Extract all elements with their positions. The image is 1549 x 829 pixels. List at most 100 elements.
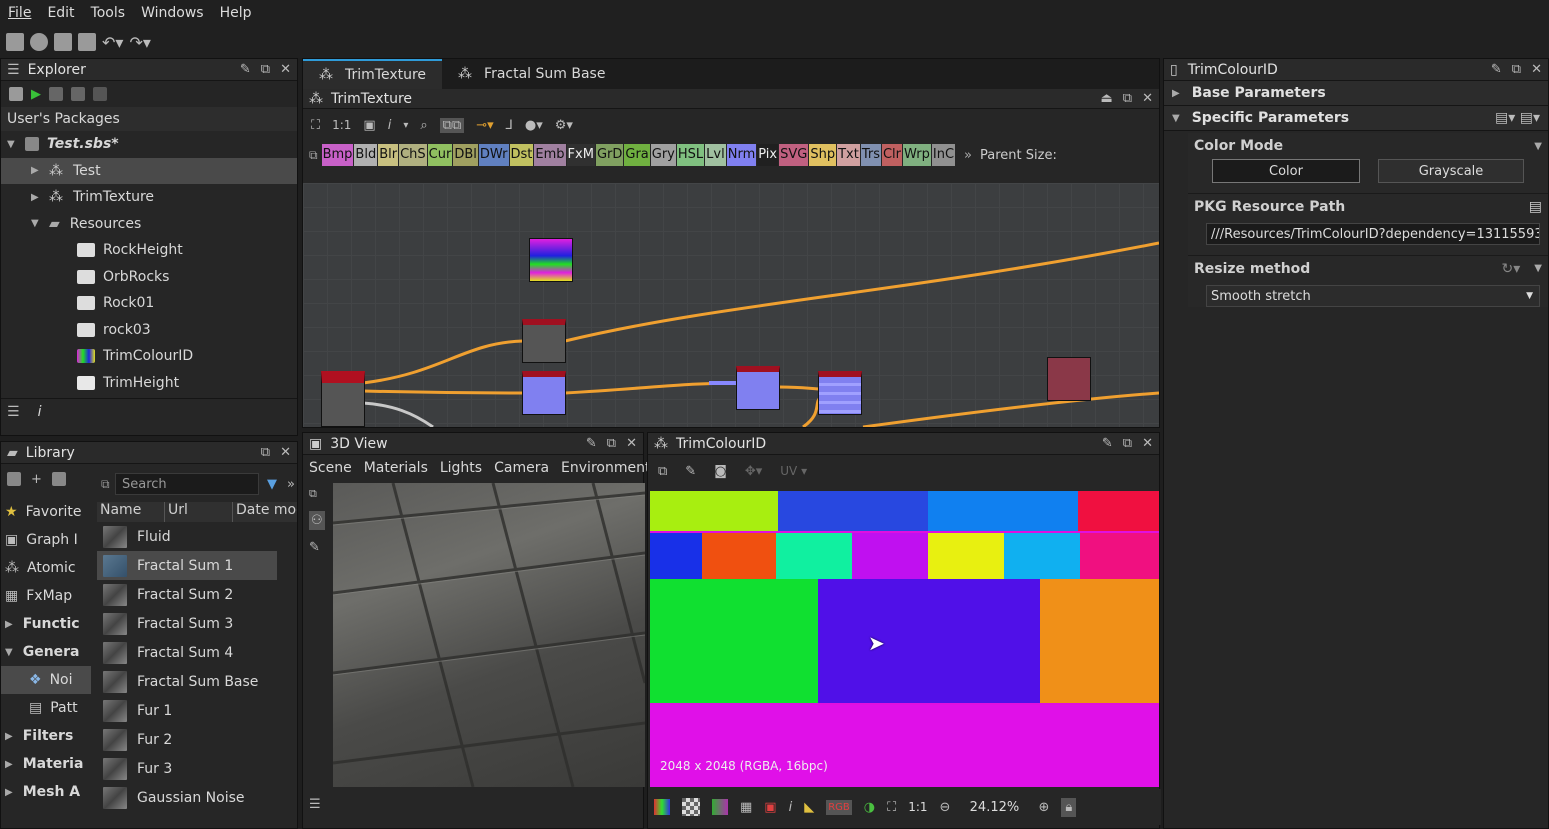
light-tool-icon[interactable]: ✎ <box>309 540 325 555</box>
explorer-item-rock03[interactable]: rock03 <box>1 317 297 344</box>
explorer-item-orbrocks[interactable]: OrbRocks <box>1 264 297 291</box>
library-item[interactable]: Fur 2 <box>97 725 297 754</box>
collapse-icon[interactable]: ▶ <box>5 759 13 770</box>
tab-trimtexture[interactable]: ⁂ TrimTexture <box>303 59 443 89</box>
atom-lvl[interactable]: Lvl <box>705 144 726 166</box>
save-all-icon[interactable] <box>78 33 96 51</box>
pkg-path-field[interactable]: ///Resources/TrimColourID?dependency=131… <box>1206 223 1540 245</box>
snap-icon[interactable]: ⧉⧉ <box>439 117 465 133</box>
rgb-icon[interactable]: RGB <box>826 799 852 815</box>
collapse-icon[interactable]: ▶ <box>5 731 13 742</box>
library-item[interactable]: Fractal Sum 3 <box>97 609 297 638</box>
category-favorites[interactable]: ★ Favorite <box>1 498 91 526</box>
more-icon[interactable]: » <box>964 148 972 163</box>
add-icon[interactable]: + <box>31 472 42 487</box>
atom-nrm[interactable]: Nrm <box>726 144 757 166</box>
histogram-icon[interactable]: ◣ <box>804 800 814 815</box>
settings-icon[interactable]: ⚙▾ <box>555 118 573 133</box>
save-icon[interactable] <box>9 87 23 101</box>
atom-dbl[interactable]: DBl <box>453 144 478 166</box>
atoms-expand-icon[interactable]: ⧉ <box>309 148 318 163</box>
connector-icon[interactable]: ⅃ <box>506 118 513 133</box>
explorer-item-trimcolourid[interactable]: TrimColourID <box>1 343 297 370</box>
search-scope-icon[interactable]: ⧉ <box>101 477 110 492</box>
publish-all-icon[interactable] <box>71 87 85 101</box>
graph-canvas[interactable] <box>303 183 1159 427</box>
close-icon[interactable]: ✕ <box>280 62 291 77</box>
transform-icon[interactable]: ✥▾ <box>745 464 762 479</box>
column-date[interactable]: Date mod <box>233 502 297 522</box>
pin-icon[interactable]: ✎ <box>1102 436 1113 451</box>
normal-node[interactable] <box>522 371 566 415</box>
atom-emb[interactable]: Emb <box>534 144 566 166</box>
menu-help[interactable]: Help <box>212 5 260 21</box>
section-base-parameters[interactable]: ▶ Base Parameters <box>1164 81 1548 106</box>
graph-node[interactable] <box>321 371 365 427</box>
channels-icon[interactable] <box>654 799 670 815</box>
float-icon[interactable]: ⧉ <box>607 436 616 451</box>
close-icon[interactable]: ✕ <box>1531 62 1542 77</box>
search-input[interactable]: Search <box>115 473 259 495</box>
tab-fractal-sum-base[interactable]: ⁂ Fractal Sum Base <box>442 59 621 89</box>
atom-pix[interactable]: Pix <box>757 144 779 166</box>
checker-icon[interactable] <box>682 798 700 816</box>
popout-icon[interactable]: ⧉ <box>309 487 325 501</box>
pin-icon[interactable]: ✎ <box>240 62 251 77</box>
collapse-icon[interactable]: ▶ <box>1172 88 1180 99</box>
options-icon[interactable] <box>93 87 107 101</box>
uv-dropdown[interactable]: UV ▾ <box>780 464 807 478</box>
atom-bmp[interactable]: Bmp <box>321 144 354 166</box>
camera-icon[interactable]: ◙ <box>714 464 727 479</box>
library-item[interactable]: Fractal Sum 1 <box>97 551 277 580</box>
atom-blr[interactable]: Blr <box>378 144 399 166</box>
collapse-icon[interactable]: ▶ <box>31 165 41 176</box>
export-icon[interactable]: ⧉ <box>658 464 667 479</box>
zoom-out-icon[interactable]: ⊖ <box>940 800 951 815</box>
float-icon[interactable]: ⧉ <box>1512 62 1521 77</box>
category-filters[interactable]: ▶ Filters <box>1 722 91 750</box>
info-icon[interactable]: i <box>388 118 392 133</box>
library-item[interactable]: Fur 3 <box>97 754 297 783</box>
category-functions[interactable]: ▶ Functic <box>1 610 91 638</box>
category-noises[interactable]: ❖ Noi <box>1 666 91 694</box>
atom-gry[interactable]: Gry <box>650 144 676 166</box>
menu-file[interactable]: File <box>0 5 39 21</box>
atom-txt[interactable]: Txt <box>837 144 860 166</box>
function-icon[interactable]: ↻▾ <box>1502 261 1521 277</box>
collapse-icon[interactable]: ▶ <box>31 192 41 203</box>
info-icon[interactable]: i <box>789 800 793 815</box>
expand-icon[interactable]: ▼ <box>31 218 41 229</box>
3d-tree-icon[interactable]: ☰ <box>309 797 321 812</box>
filter-icon[interactable]: ▼ <box>267 477 277 492</box>
section-specific-parameters[interactable]: ▼ Specific Parameters ▤▾ ▤▾ <box>1164 106 1548 131</box>
color-mode-color-button[interactable]: Color <box>1212 159 1360 183</box>
preset-icon[interactable]: ▤▾ ▤▾ <box>1495 110 1548 126</box>
search-icon[interactable]: ⌕ <box>420 118 427 133</box>
output-node[interactable] <box>1047 357 1091 401</box>
expand-icon[interactable]: ▼ <box>5 647 13 658</box>
atom-grd[interactable]: GrD <box>595 144 624 166</box>
library-item[interactable]: Fractal Sum 4 <box>97 638 297 667</box>
library-item[interactable]: Fur 1 <box>97 696 297 725</box>
menu-windows[interactable]: Windows <box>133 5 212 21</box>
float-icon[interactable]: ⧉ <box>261 62 270 77</box>
category-patterns[interactable]: ▤ Patt <box>1 694 91 722</box>
atom-bld[interactable]: Bld <box>354 144 378 166</box>
param-menu-icon[interactable]: ▼ <box>1534 263 1542 274</box>
category-generators[interactable]: ▼ Genera <box>1 638 91 666</box>
gradient-icon[interactable] <box>712 799 728 815</box>
atom-trs[interactable]: Trs <box>860 144 881 166</box>
graph-node[interactable] <box>522 319 566 363</box>
atom-chs[interactable]: ChS <box>399 144 427 166</box>
file-icon[interactable]: ▤ <box>1529 199 1542 215</box>
explorer-package[interactable]: ▼ Test.sbs* <box>1 131 297 158</box>
save-icon[interactable]: ✎ <box>685 464 696 479</box>
publish-icon[interactable] <box>49 87 63 101</box>
category-atomic[interactable]: ⁂ Atomic <box>1 554 91 582</box>
atom-clr[interactable]: Clr <box>881 144 903 166</box>
expand-icon[interactable]: ▼ <box>7 139 17 150</box>
category-materials[interactable]: ▶ Materia <box>1 750 91 778</box>
screenshot-icon[interactable]: ▣ <box>363 118 375 133</box>
collapse-icon[interactable]: ▶ <box>5 787 13 798</box>
color-picker-icon[interactable]: ◑ <box>864 800 875 815</box>
